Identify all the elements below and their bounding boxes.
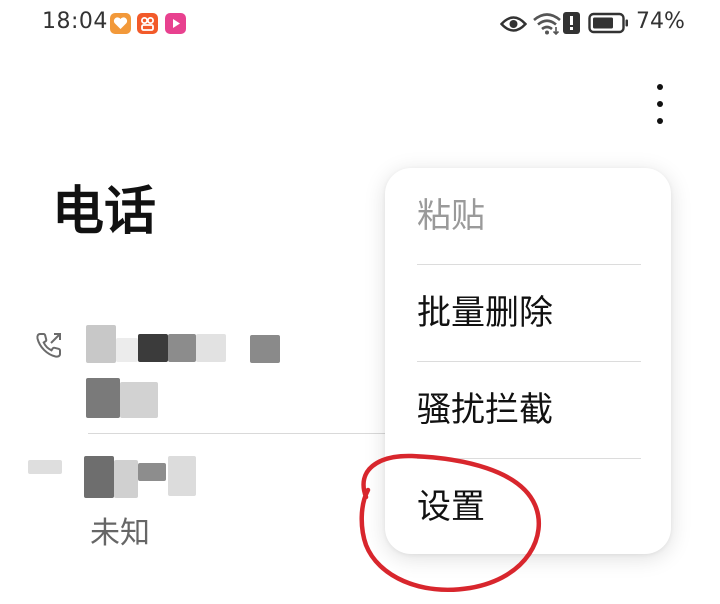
alert-icon: [563, 12, 580, 34]
menu-item-paste[interactable]: 粘贴: [385, 168, 671, 265]
battery-icon: [588, 12, 628, 34]
menu-item-spam-block[interactable]: 骚扰拦截: [385, 362, 671, 459]
video-play-app-icon: [165, 13, 186, 34]
list-divider: [88, 433, 408, 434]
menu-item-label: 粘贴: [417, 196, 485, 236]
menu-item-label: 设置: [417, 487, 485, 527]
status-time: 18:04: [42, 9, 108, 34]
wifi-icon: [533, 13, 561, 35]
heart-app-icon: [110, 13, 131, 34]
eye-icon: [500, 16, 527, 32]
more-vertical-icon: [657, 84, 663, 90]
people-app-icon: [137, 13, 158, 34]
menu-item-settings[interactable]: 设置: [385, 459, 671, 556]
menu-item-label: 骚扰拦截: [417, 390, 553, 430]
call-log-subtitle: 未知: [90, 516, 150, 551]
battery-percentage: 74%: [636, 9, 685, 34]
page-title: 电话: [52, 182, 157, 242]
overflow-popup-menu: 粘贴 批量删除 骚扰拦截 设置: [385, 168, 671, 554]
status-bar: 18:04 74%: [0, 0, 720, 50]
menu-item-label: 批量删除: [417, 293, 553, 333]
more-options-button[interactable]: [640, 80, 680, 130]
outgoing-call-icon: [36, 333, 61, 358]
menu-item-batch-delete[interactable]: 批量删除: [385, 265, 671, 362]
